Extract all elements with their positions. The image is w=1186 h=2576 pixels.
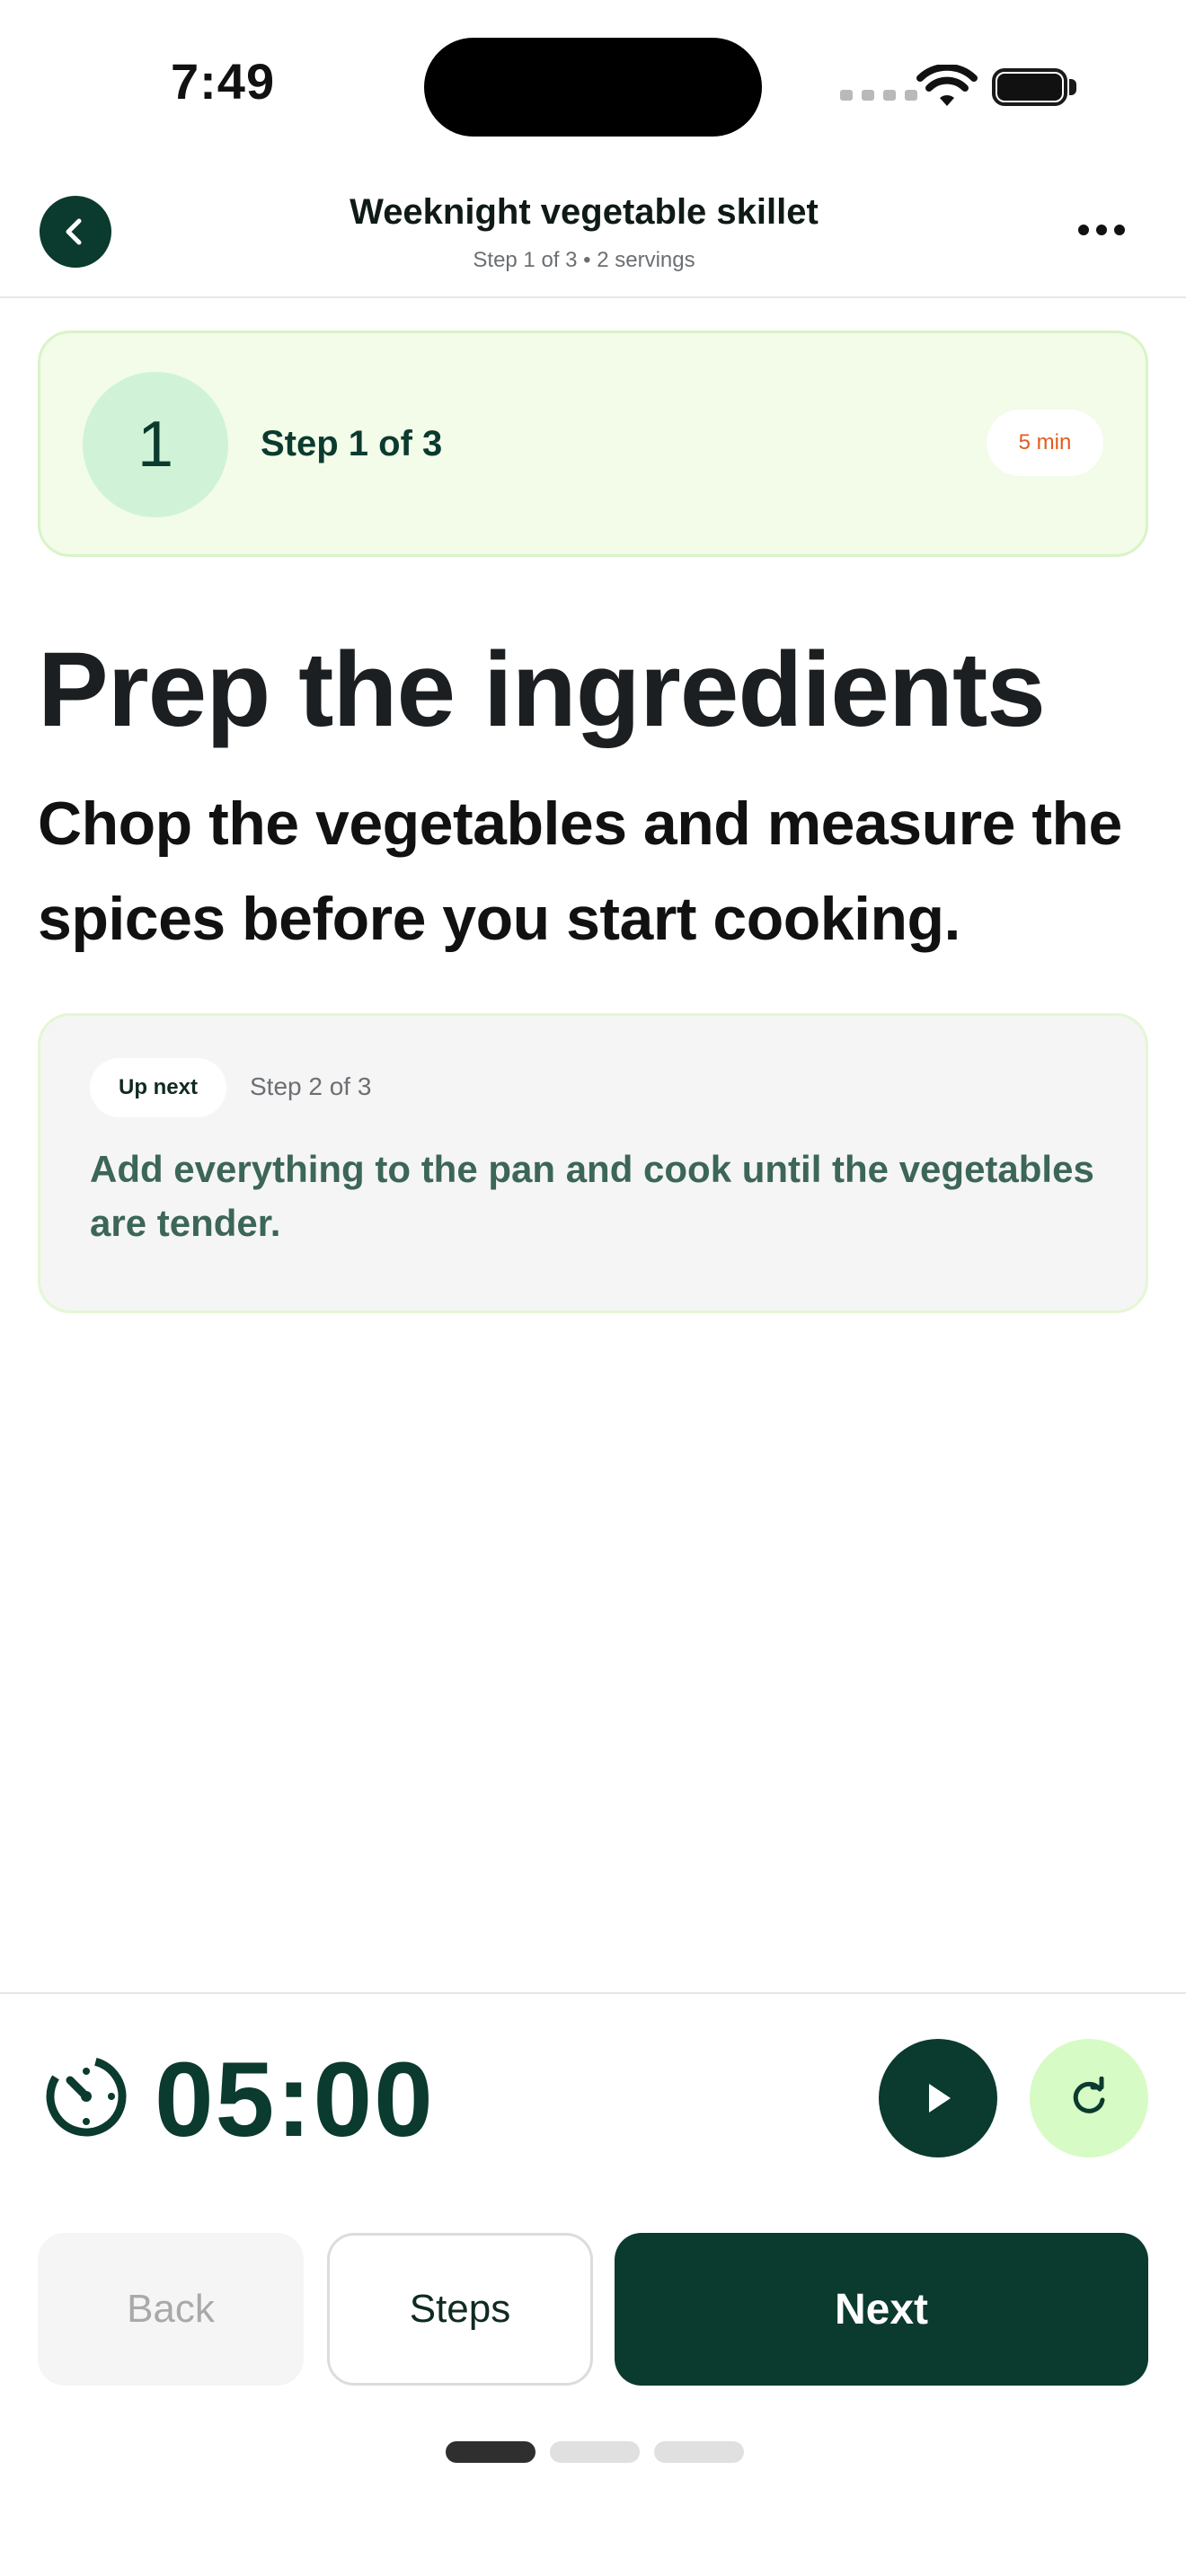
dynamic-island <box>424 38 762 137</box>
step-duration-badge: 5 min <box>987 410 1103 476</box>
refresh-icon <box>1073 2077 1105 2113</box>
progress-segment <box>654 2441 744 2463</box>
header-divider <box>0 296 1186 298</box>
up-next-badge: Up next <box>90 1058 226 1117</box>
timer-divider <box>0 1992 1186 1994</box>
back-button[interactable]: Back <box>38 2233 304 2386</box>
battery-level <box>997 74 1062 101</box>
step-description: Chop the vegetables and measure the spic… <box>38 790 1122 953</box>
cellular-signal-icon <box>840 90 917 101</box>
next-button[interactable]: Next <box>615 2233 1148 2386</box>
status-time: 7:49 <box>171 53 276 110</box>
timer-display: 05:00 <box>155 2041 435 2159</box>
play-timer-button[interactable] <box>879 2039 997 2157</box>
step-title: Prep the ingredients <box>38 631 1046 749</box>
chevron-left-icon <box>66 218 82 245</box>
step-number-badge: 1 <box>83 372 228 517</box>
steps-button[interactable]: Steps <box>327 2233 593 2386</box>
recipe-title: Weeknight vegetable skillet <box>350 192 819 232</box>
next-step-label: Step 2 of 3 <box>250 1072 372 1100</box>
timer-icon <box>46 2056 127 2137</box>
more-horizontal-icon <box>1078 225 1089 235</box>
wifi-icon <box>916 65 978 106</box>
step-progress-indicator <box>446 2441 744 2463</box>
progress-segment <box>446 2441 535 2463</box>
back-nav-button[interactable] <box>40 196 111 268</box>
step-progress-label: Step 1 of 3 <box>261 424 443 463</box>
play-icon <box>929 2084 951 2113</box>
more-options-button[interactable] <box>1067 212 1136 248</box>
progress-segment <box>550 2441 640 2463</box>
reset-timer-button[interactable] <box>1030 2039 1148 2157</box>
next-step-description: Add everything to the pan and cook until… <box>90 1148 1094 1244</box>
recipe-subtitle: Step 1 of 3 • 2 servings <box>473 248 695 272</box>
battery-tip <box>1069 79 1076 95</box>
